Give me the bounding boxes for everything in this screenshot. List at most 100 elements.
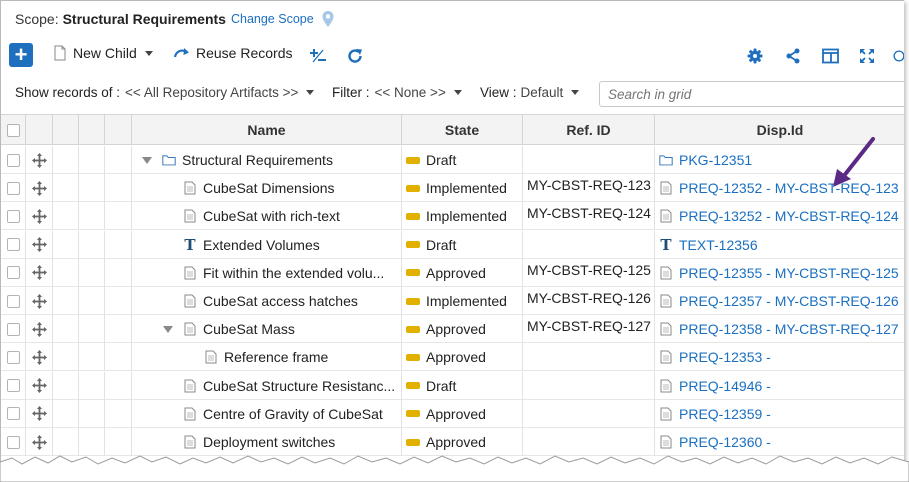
disp-id-link[interactable]: PREQ-12359 - <box>679 406 771 422</box>
view-dropdown[interactable]: View : Default <box>480 85 580 100</box>
row-select-cell <box>1 258 26 287</box>
plus-minus-icon[interactable] <box>309 47 327 65</box>
expand-collapse-icon[interactable] <box>140 156 154 164</box>
state-cell[interactable]: Draft <box>402 230 523 259</box>
ref-id-cell[interactable] <box>523 399 655 428</box>
help-icon[interactable] <box>893 47 904 65</box>
ref-id-cell[interactable]: MY-CBST-REQ-124 <box>523 202 655 231</box>
row-checkbox[interactable] <box>6 238 20 252</box>
move-icon[interactable] <box>31 208 47 224</box>
move-icon[interactable] <box>31 378 47 394</box>
name-cell[interactable]: Fit within the extended volu... <box>132 258 402 287</box>
table-row[interactable]: CubeSat Structure Resistanc... Draft PREQ-… <box>1 371 904 400</box>
name-cell[interactable]: CubeSat with rich-text <box>132 202 402 231</box>
table-row[interactable]: CubeSat Mass Approved MY-CBST-REQ-127 PREQ-… <box>1 315 904 344</box>
state-cell[interactable]: Implemented <box>402 287 523 315</box>
empty-cell <box>53 315 79 344</box>
empty-cell <box>79 174 105 203</box>
share-icon[interactable] <box>784 47 802 65</box>
move-icon[interactable] <box>31 180 47 196</box>
move-icon[interactable] <box>31 349 47 365</box>
state-cell[interactable]: Approved <box>402 258 523 287</box>
state-cell[interactable]: Draft <box>402 146 523 174</box>
move-icon[interactable] <box>31 265 47 281</box>
row-checkbox[interactable] <box>6 266 20 280</box>
ref-id-cell[interactable]: MY-CBST-REQ-126 <box>523 287 655 315</box>
search-input[interactable] <box>599 81 904 107</box>
expand-collapse-icon[interactable] <box>161 325 175 333</box>
record-name: CubeSat Mass <box>203 321 295 338</box>
filter-dropdown[interactable]: Filter : << None >> <box>332 85 462 100</box>
state-cell[interactable]: Draft <box>402 371 523 400</box>
table-row[interactable]: CubeSat with rich-text Implemented MY-CBST… <box>1 202 904 231</box>
ref-id-cell[interactable] <box>523 371 655 400</box>
columns-icon[interactable] <box>821 47 839 65</box>
ref-id-cell[interactable]: MY-CBST-REQ-125 <box>523 258 655 287</box>
expand-icon[interactable] <box>858 47 876 65</box>
disp-id-link[interactable]: PREQ-12357 - MY-CBST-REQ-126 <box>679 293 899 309</box>
disp-id-link[interactable]: PREQ-12358 - MY-CBST-REQ-127 <box>679 321 899 337</box>
name-cell[interactable]: CubeSat Structure Resistanc... <box>132 371 402 400</box>
table-row[interactable]: Structural Requirements Draft PKG-12351 <box>1 146 904 174</box>
state-cell[interactable]: Implemented <box>402 202 523 231</box>
state-cell[interactable]: Approved <box>402 399 523 428</box>
name-cell[interactable]: CubeSat Mass <box>132 315 402 344</box>
disp-id-cell: T TEXT-12356 <box>655 231 904 259</box>
row-checkbox[interactable] <box>6 322 20 336</box>
name-cell[interactable]: Reference frame <box>132 343 402 372</box>
table-row[interactable]: Fit within the extended volu... Approved M… <box>1 258 904 287</box>
move-icon[interactable] <box>31 406 47 422</box>
new-child-button[interactable]: New Child <box>53 45 153 61</box>
row-checkbox[interactable] <box>6 294 20 308</box>
row-checkbox[interactable] <box>6 435 20 449</box>
location-pin-icon[interactable] <box>320 10 336 28</box>
reuse-records-button[interactable]: Reuse Records <box>173 45 293 61</box>
name-cell[interactable]: Structural Requirements <box>132 146 402 174</box>
row-checkbox[interactable] <box>6 350 20 364</box>
disp-id-link[interactable]: PREQ-12355 - MY-CBST-REQ-125 <box>679 265 899 281</box>
disp-id-link[interactable]: PKG-12351 <box>679 152 752 168</box>
select-all-checkbox[interactable] <box>6 123 20 137</box>
disp-id-link[interactable]: PREQ-12353 - <box>679 349 771 365</box>
move-icon[interactable] <box>31 152 47 168</box>
chevron-down-icon[interactable] <box>144 50 153 56</box>
table-row[interactable]: Centre of Gravity of CubeSat Approved PREQ… <box>1 399 904 428</box>
row-checkbox[interactable] <box>6 209 20 223</box>
table-row[interactable]: CubeSat Dimensions Implemented MY-CBST-REQ… <box>1 174 904 203</box>
ref-id-cell[interactable] <box>523 146 655 174</box>
move-icon[interactable] <box>31 237 47 253</box>
column-header-name[interactable]: Name <box>132 115 402 145</box>
refresh-icon[interactable] <box>346 47 364 65</box>
row-checkbox[interactable] <box>6 181 20 195</box>
row-checkbox[interactable] <box>6 407 20 421</box>
add-button[interactable]: + <box>9 43 33 67</box>
ref-id-cell[interactable]: MY-CBST-REQ-123 <box>523 174 655 203</box>
disp-id-cell: PREQ-12357 - MY-CBST-REQ-126 <box>655 287 904 315</box>
gear-icon[interactable] <box>746 47 764 65</box>
disp-id-link[interactable]: TEXT-12356 <box>679 237 758 253</box>
name-cell[interactable]: Centre of Gravity of CubeSat <box>132 399 402 428</box>
row-checkbox[interactable] <box>6 379 20 393</box>
change-scope-link[interactable]: Change Scope <box>231 12 314 26</box>
disp-id-link[interactable]: PREQ-14946 - <box>679 378 771 394</box>
name-cell[interactable]: CubeSat Dimensions <box>132 174 402 203</box>
ref-id-cell[interactable] <box>523 230 655 259</box>
disp-id-link[interactable]: PREQ-13252 - MY-CBST-REQ-124 <box>679 208 899 224</box>
column-header-ref-id[interactable]: Ref. ID <box>523 115 655 145</box>
state-cell[interactable]: Approved <box>402 343 523 372</box>
show-records-dropdown[interactable]: Show records of : << All Repository Arti… <box>15 85 315 100</box>
state-indicator-icon <box>406 325 420 333</box>
ref-id-cell[interactable] <box>523 343 655 372</box>
name-cell[interactable]: CubeSat access hatches <box>132 287 402 315</box>
table-row[interactable]: Reference frame Approved PREQ-12353 - <box>1 343 904 372</box>
move-icon[interactable] <box>31 293 47 309</box>
ref-id-cell[interactable]: MY-CBST-REQ-127 <box>523 315 655 344</box>
table-row[interactable]: T Extended Volumes Draft T TEXT-12356 <box>1 230 904 259</box>
state-cell[interactable]: Approved <box>402 315 523 344</box>
state-cell[interactable]: Implemented <box>402 174 523 203</box>
column-header-state[interactable]: State <box>402 115 523 145</box>
row-checkbox[interactable] <box>6 153 20 167</box>
name-cell[interactable]: T Extended Volumes <box>132 230 402 259</box>
table-row[interactable]: CubeSat access hatches Implemented MY-CBST… <box>1 287 904 315</box>
move-icon[interactable] <box>31 321 47 337</box>
